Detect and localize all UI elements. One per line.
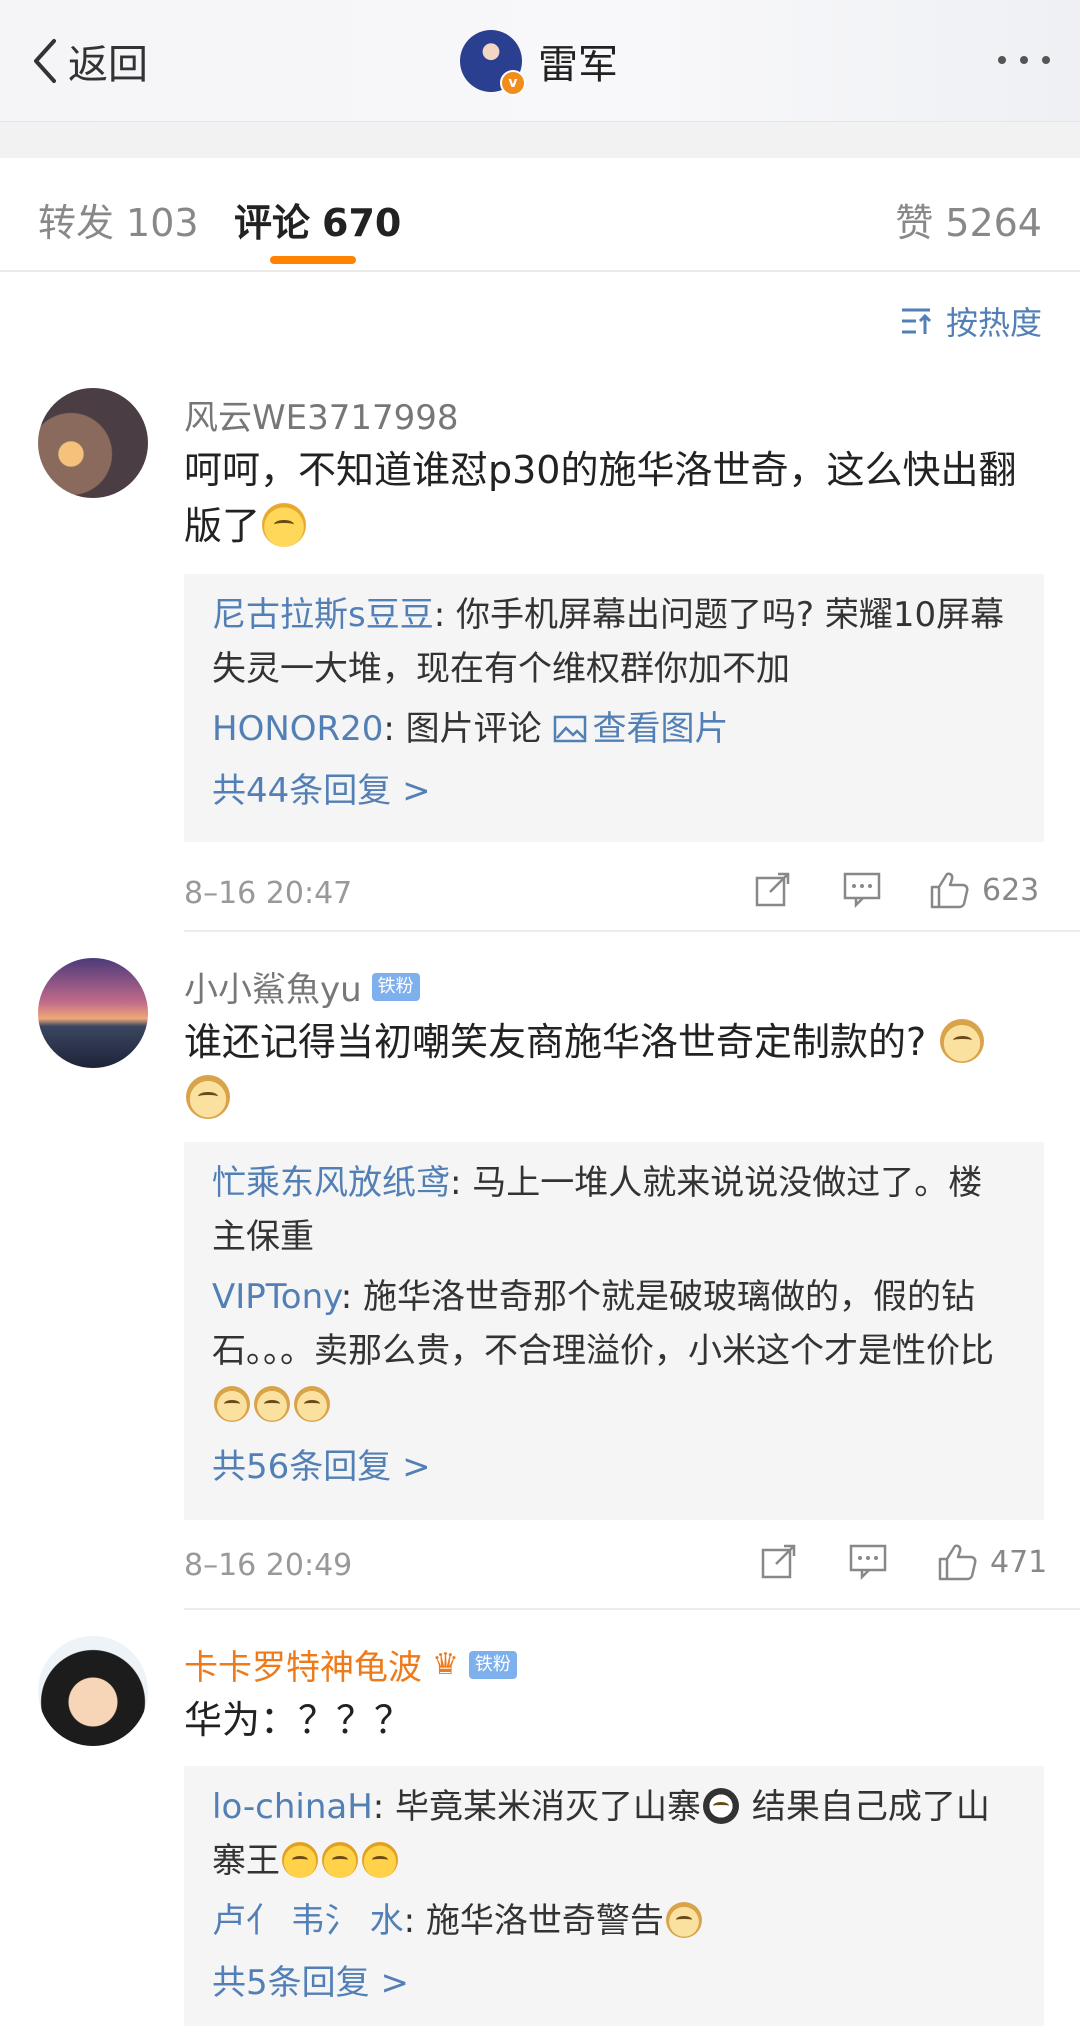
comment-username[interactable]: 卡卡罗特神龟波 ♛ 铁粉 (184, 1640, 517, 1689)
sort-button[interactable]: 按热度 (900, 298, 1042, 344)
shush-emoji-icon (262, 503, 307, 547)
top-navigation-bar: 返回 v 雷军 (0, 0, 1080, 122)
reply-text: : 施华洛世奇警告 (403, 1901, 664, 1941)
tab-comment-count: 670 (322, 201, 402, 245)
reply-line: VIPTony: 施华洛世奇那个就是破玻璃做的，假的钻石。。。卖那么贵，不合理溢… (212, 1270, 1016, 1432)
like-count: 471 (990, 1544, 1048, 1580)
reply-button[interactable] (848, 1542, 888, 1580)
reply-username[interactable]: HONOR20 (212, 709, 383, 749)
laugh-cry-emoji-icon (322, 1842, 358, 1878)
sort-icon (901, 308, 932, 334)
tab-comment-label: 评论 (234, 201, 311, 245)
tab-like[interactable]: 赞 5264 (895, 192, 1042, 247)
comment-username[interactable]: 风云WE3717998 (184, 390, 459, 439)
page-title: 雷军 (538, 42, 618, 88)
share-button[interactable] (754, 870, 792, 908)
tab-forward[interactable]: 转发 103 (38, 192, 199, 247)
section-gap (0, 122, 1080, 158)
comment-icon (849, 1544, 887, 1580)
verified-badge: v (500, 70, 526, 96)
more-replies-link[interactable]: 共56条回复 > (212, 1440, 1016, 1494)
comment-meta: 8–16 20:49 471 (184, 1542, 1047, 1592)
doge-emoji-icon (940, 1019, 985, 1063)
comment-time: 8–16 20:47 (184, 876, 353, 911)
reply-username[interactable]: VIPTony (212, 1277, 341, 1317)
doge-emoji-icon (254, 1386, 290, 1422)
like-button[interactable]: 471 (936, 1542, 1047, 1582)
comment-text-content: 呵呵，不知道谁怼p30的施华洛世奇，这么快出翻版了 (184, 448, 1017, 548)
comment-username-text: 卡卡罗特神龟波 (184, 1648, 422, 1688)
panda-emoji-icon (703, 1788, 740, 1824)
avatar[interactable] (38, 1636, 148, 1746)
fan-badge: 铁粉 (371, 972, 420, 1001)
reply-line: 忙乘东风放纸鸢: 马上一堆人就来说说没做过了。楼主保重 (212, 1156, 1016, 1264)
share-icon (755, 872, 790, 907)
back-button[interactable]: 返回 (30, 30, 148, 92)
comment-text-content: 华为：？？？ (184, 1698, 413, 1742)
tab-like-count: 5264 (945, 201, 1042, 245)
divider (184, 1608, 1080, 1610)
sort-label: 按热度 (945, 304, 1042, 342)
reply-username[interactable]: lo-chinaH (212, 1787, 373, 1827)
reply-line: lo-chinaH: 毕竟某米消灭了山寨 结果自己成了山寨王 (212, 1780, 1016, 1888)
reply-box[interactable]: lo-chinaH: 毕竟某米消灭了山寨 结果自己成了山寨王 卢亻 韦氵 水: … (184, 1766, 1044, 2026)
avatar[interactable]: v (460, 30, 526, 96)
doge-emoji-icon (214, 1386, 250, 1422)
comment-text: 华为：？？？ (184, 1692, 1044, 1748)
share-button[interactable] (760, 1542, 798, 1580)
avatar[interactable] (38, 958, 148, 1068)
chevron-left-icon (34, 39, 56, 83)
laugh-cry-emoji-icon (282, 1842, 318, 1878)
share-icon (761, 1544, 796, 1579)
more-options-icon[interactable] (998, 56, 1050, 64)
comment-time: 8–16 20:49 (184, 1548, 353, 1583)
view-image-link[interactable]: 查看图片 (553, 709, 729, 749)
comment-text: 谁还记得当初嘲笑友商施华洛世奇定制款的? (184, 1014, 1044, 1126)
tab-like-label: 赞 (895, 201, 934, 245)
reply-line: 尼古拉斯s豆豆: 你手机屏幕出问题了吗? 荣耀10屏幕失灵一大堆，现在有个维权群… (212, 588, 1016, 696)
view-image-label: 查看图片 (592, 709, 729, 749)
like-button[interactable]: 623 (928, 870, 1039, 910)
reply-text: : 毕竟某米消灭了山寨 (372, 1787, 702, 1827)
reply-username[interactable]: 卢亻 韦氵 水 (212, 1901, 404, 1941)
fan-badge: 铁粉 (468, 1650, 517, 1679)
like-count: 623 (982, 872, 1040, 908)
comment-icon (843, 872, 881, 908)
image-icon (553, 715, 586, 743)
reply-button[interactable] (842, 870, 882, 908)
doge-emoji-icon (294, 1386, 330, 1422)
reply-line: 卢亻 韦氵 水: 施华洛世奇警告 (212, 1894, 1016, 1948)
comment-username-text: 小小鯊魚yu (184, 970, 362, 1010)
reply-box[interactable]: 忙乘东风放纸鸢: 马上一堆人就来说说没做过了。楼主保重 VIPTony: 施华洛… (184, 1142, 1044, 1520)
comment-text-content: 谁还记得当初嘲笑友商施华洛世奇定制款的? (184, 1020, 927, 1064)
profile-title[interactable]: v 雷军 (460, 30, 618, 96)
tab-forward-label: 转发 (38, 201, 115, 245)
active-tab-indicator (270, 256, 356, 264)
back-label: 返回 (68, 42, 148, 88)
comment-username-text: 风云WE3717998 (184, 398, 459, 438)
comment-username[interactable]: 小小鯊魚yu 铁粉 (184, 962, 420, 1011)
reply-username[interactable]: 尼古拉斯s豆豆 (212, 595, 434, 635)
thumbs-up-icon (938, 1544, 977, 1581)
reply-box[interactable]: 尼古拉斯s豆豆: 你手机屏幕出问题了吗? 荣耀10屏幕失灵一大堆，现在有个维权群… (184, 574, 1044, 842)
tab-comment[interactable]: 评论 670 (234, 192, 401, 247)
tab-bar: 转发 103 评论 670 赞 5264 (0, 158, 1080, 272)
thumbs-up-icon (930, 872, 969, 909)
more-replies-link[interactable]: 共44条回复 > (212, 764, 1016, 818)
laugh-cry-emoji-icon (362, 1842, 398, 1878)
more-replies-link[interactable]: 共5条回复 > (212, 1956, 1016, 2010)
reply-text: : 图片评论 (383, 709, 553, 749)
comment-meta: 8–16 20:47 623 (184, 870, 1044, 920)
reply-line: HONOR20: 图片评论 查看图片 (212, 702, 1016, 756)
avatar[interactable] (38, 388, 148, 498)
crown-icon: ♛ (432, 1647, 459, 1682)
doge-emoji-icon (186, 1075, 230, 1119)
comment-text: 呵呵，不知道谁怼p30的施华洛世奇，这么快出翻版了 (184, 442, 1044, 554)
reply-username[interactable]: 忙乘东风放纸鸢 (212, 1163, 450, 1203)
tab-forward-count: 103 (126, 201, 199, 245)
doge-emoji-icon (665, 1902, 702, 1938)
divider (184, 930, 1080, 932)
